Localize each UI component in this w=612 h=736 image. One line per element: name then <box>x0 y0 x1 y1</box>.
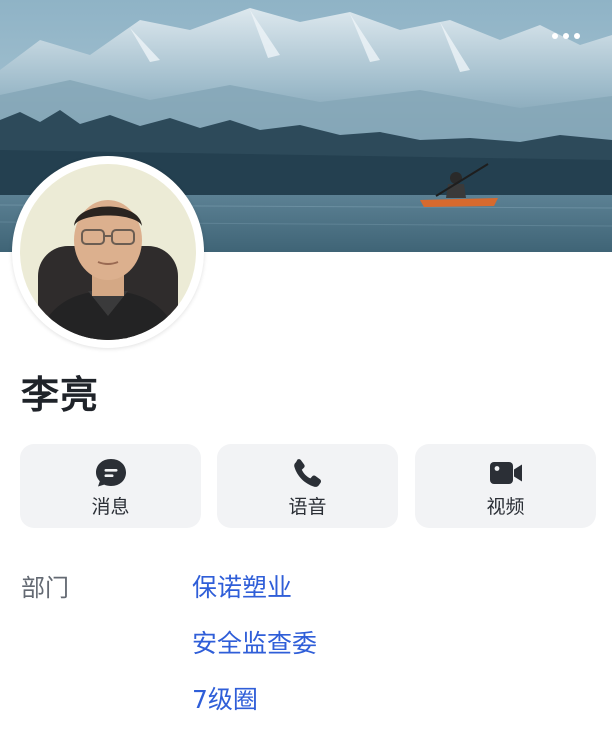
action-buttons: 消息 语音 视频 <box>20 444 596 528</box>
phone-icon <box>291 457 325 489</box>
more-options-button[interactable] <box>548 24 584 48</box>
voice-call-button-label: 语音 <box>288 496 327 518</box>
more-horizontal-icon <box>551 32 581 40</box>
department-label: 部门 <box>21 574 69 602</box>
department-item[interactable]: 7级圈 <box>192 682 258 718</box>
video-call-button[interactable]: 视频 <box>415 444 596 528</box>
video-call-button-label: 视频 <box>486 496 525 518</box>
message-button[interactable]: 消息 <box>20 444 201 528</box>
profile-name: 李亮 <box>21 373 100 417</box>
video-icon <box>489 457 523 489</box>
message-button-label: 消息 <box>91 496 130 518</box>
voice-call-button[interactable]: 语音 <box>217 444 398 528</box>
message-icon <box>94 457 128 489</box>
department-item[interactable]: 保诺塑业 <box>192 570 292 606</box>
department-item[interactable]: 安全监查委 <box>192 626 317 662</box>
avatar[interactable] <box>12 156 204 348</box>
